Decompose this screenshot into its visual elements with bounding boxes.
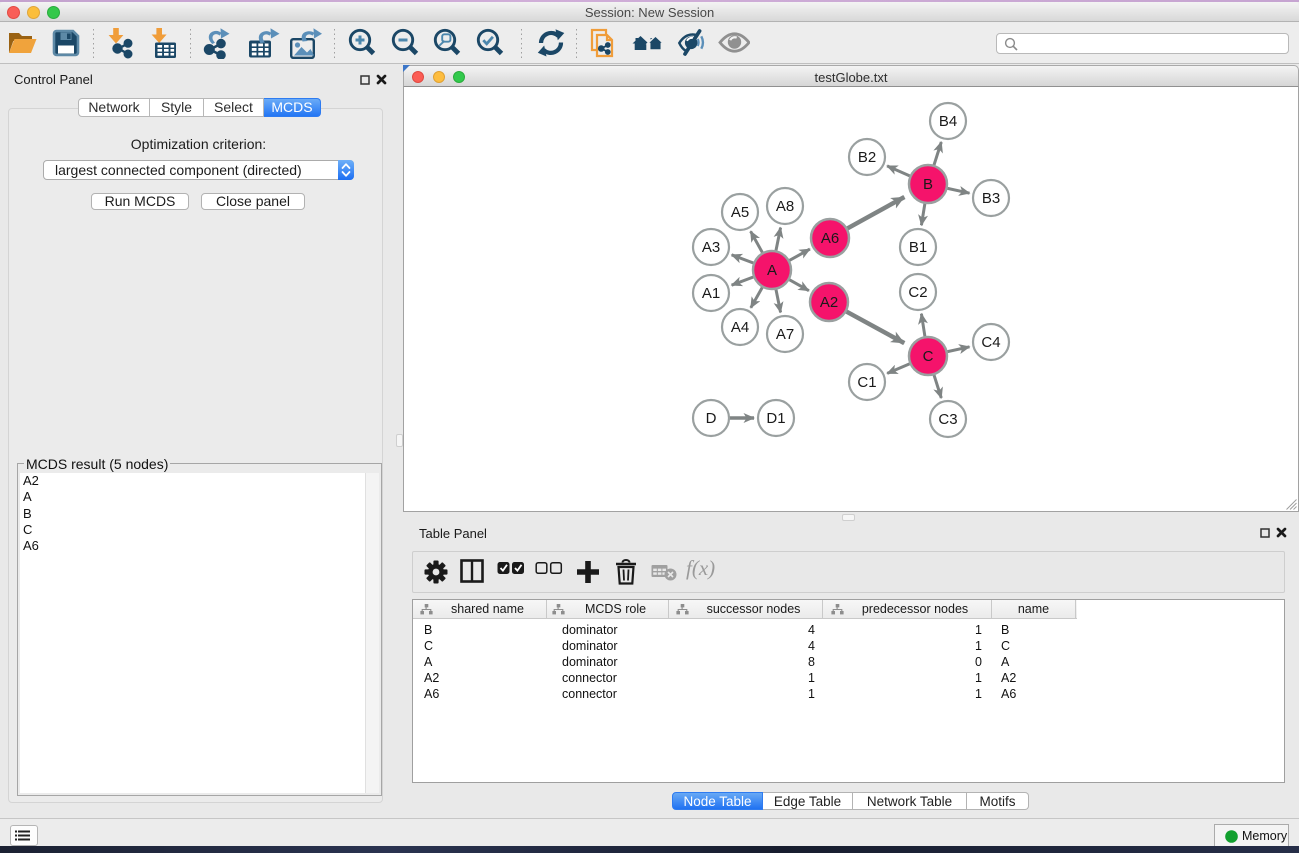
- svg-text:A6: A6: [821, 230, 839, 247]
- svg-text:A5: A5: [731, 204, 749, 221]
- svg-text:A: A: [767, 262, 777, 279]
- svg-text:D: D: [706, 410, 717, 427]
- svg-text:A7: A7: [776, 326, 794, 343]
- svg-text:C4: C4: [981, 334, 1000, 351]
- svg-text:C3: C3: [938, 411, 957, 428]
- svg-text:C1: C1: [857, 374, 876, 391]
- svg-text:A4: A4: [731, 319, 749, 336]
- svg-text:B2: B2: [858, 149, 876, 166]
- svg-text:D1: D1: [766, 410, 785, 427]
- svg-text:B3: B3: [982, 190, 1000, 207]
- svg-text:A8: A8: [776, 198, 794, 215]
- svg-text:C2: C2: [908, 284, 927, 301]
- svg-text:A1: A1: [702, 285, 720, 302]
- svg-text:A3: A3: [702, 239, 720, 256]
- svg-text:A2: A2: [820, 294, 838, 311]
- svg-text:B4: B4: [939, 113, 957, 130]
- svg-text:B: B: [923, 176, 933, 193]
- svg-text:C: C: [923, 348, 934, 365]
- svg-text:B1: B1: [909, 239, 927, 256]
